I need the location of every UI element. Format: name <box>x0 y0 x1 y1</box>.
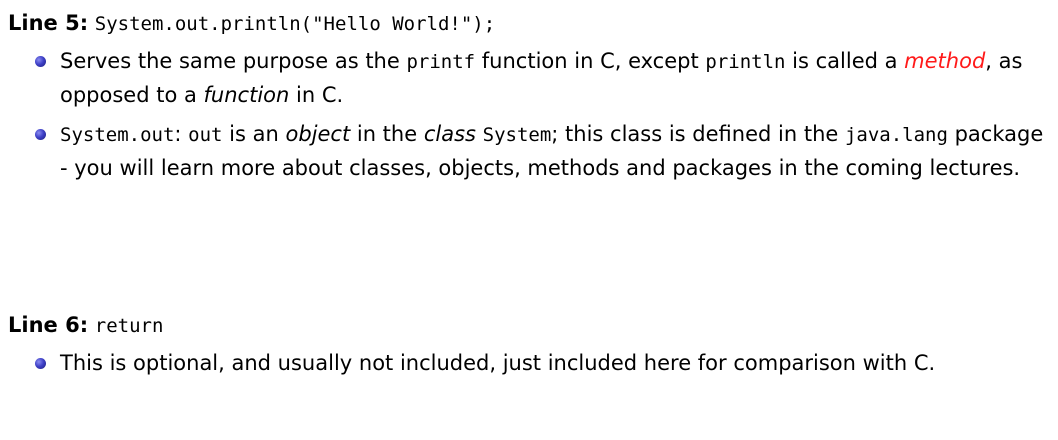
line5-section: Line 5: System.out.println("Hello World!… <box>8 8 1048 191</box>
line6-heading: Line 6: return <box>8 310 1048 341</box>
code-system-out: System.out <box>60 124 175 146</box>
text-run: Serves the same purpose as the <box>60 49 407 73</box>
line6-section: Line 6: return This is optional, and usu… <box>8 310 1048 386</box>
line5-code: System.out.println("Hello World!"); <box>94 13 496 35</box>
text-run: ; this class is defined in the <box>551 122 845 146</box>
code-out: out <box>188 124 223 146</box>
emphasis-class: class <box>423 122 476 146</box>
text-run <box>476 122 483 146</box>
bullet-icon <box>35 56 46 67</box>
text-run: function in C, except <box>475 49 706 73</box>
text-run: : <box>174 122 189 146</box>
code-println: println <box>705 51 786 73</box>
line5-bullet-list: Serves the same purpose as the printf fu… <box>8 45 1048 185</box>
text-run: in C. <box>289 83 344 107</box>
bullet-icon <box>35 358 46 369</box>
code-system: System <box>482 124 552 146</box>
line5-heading: Line 5: System.out.println("Hello World!… <box>8 8 1048 39</box>
emphasis-object: object <box>285 122 351 146</box>
line5-bullet-1: Serves the same purpose as the printf fu… <box>8 45 1048 112</box>
text-run: in the <box>350 122 424 146</box>
bullet-icon <box>35 129 46 140</box>
text-run: This is optional, and usually not includ… <box>60 351 936 375</box>
code-printf: printf <box>406 51 476 73</box>
text-run: is an <box>222 122 286 146</box>
code-java-lang: java.lang <box>844 124 948 146</box>
line5-label: Line 5: <box>8 11 89 35</box>
text-run: is called a <box>785 49 905 73</box>
line6-code: return <box>94 315 164 337</box>
emphasis-function: function <box>203 83 290 107</box>
line5-bullet-2: System.out: out is an object in the clas… <box>8 118 1048 185</box>
emphasis-method: method <box>904 49 986 73</box>
line6-bullet-list: This is optional, and usually not includ… <box>8 347 1048 380</box>
line6-label: Line 6: <box>8 313 89 337</box>
slide: Line 5: System.out.println("Hello World!… <box>0 0 1058 440</box>
line6-bullet-1: This is optional, and usually not includ… <box>8 347 1048 380</box>
